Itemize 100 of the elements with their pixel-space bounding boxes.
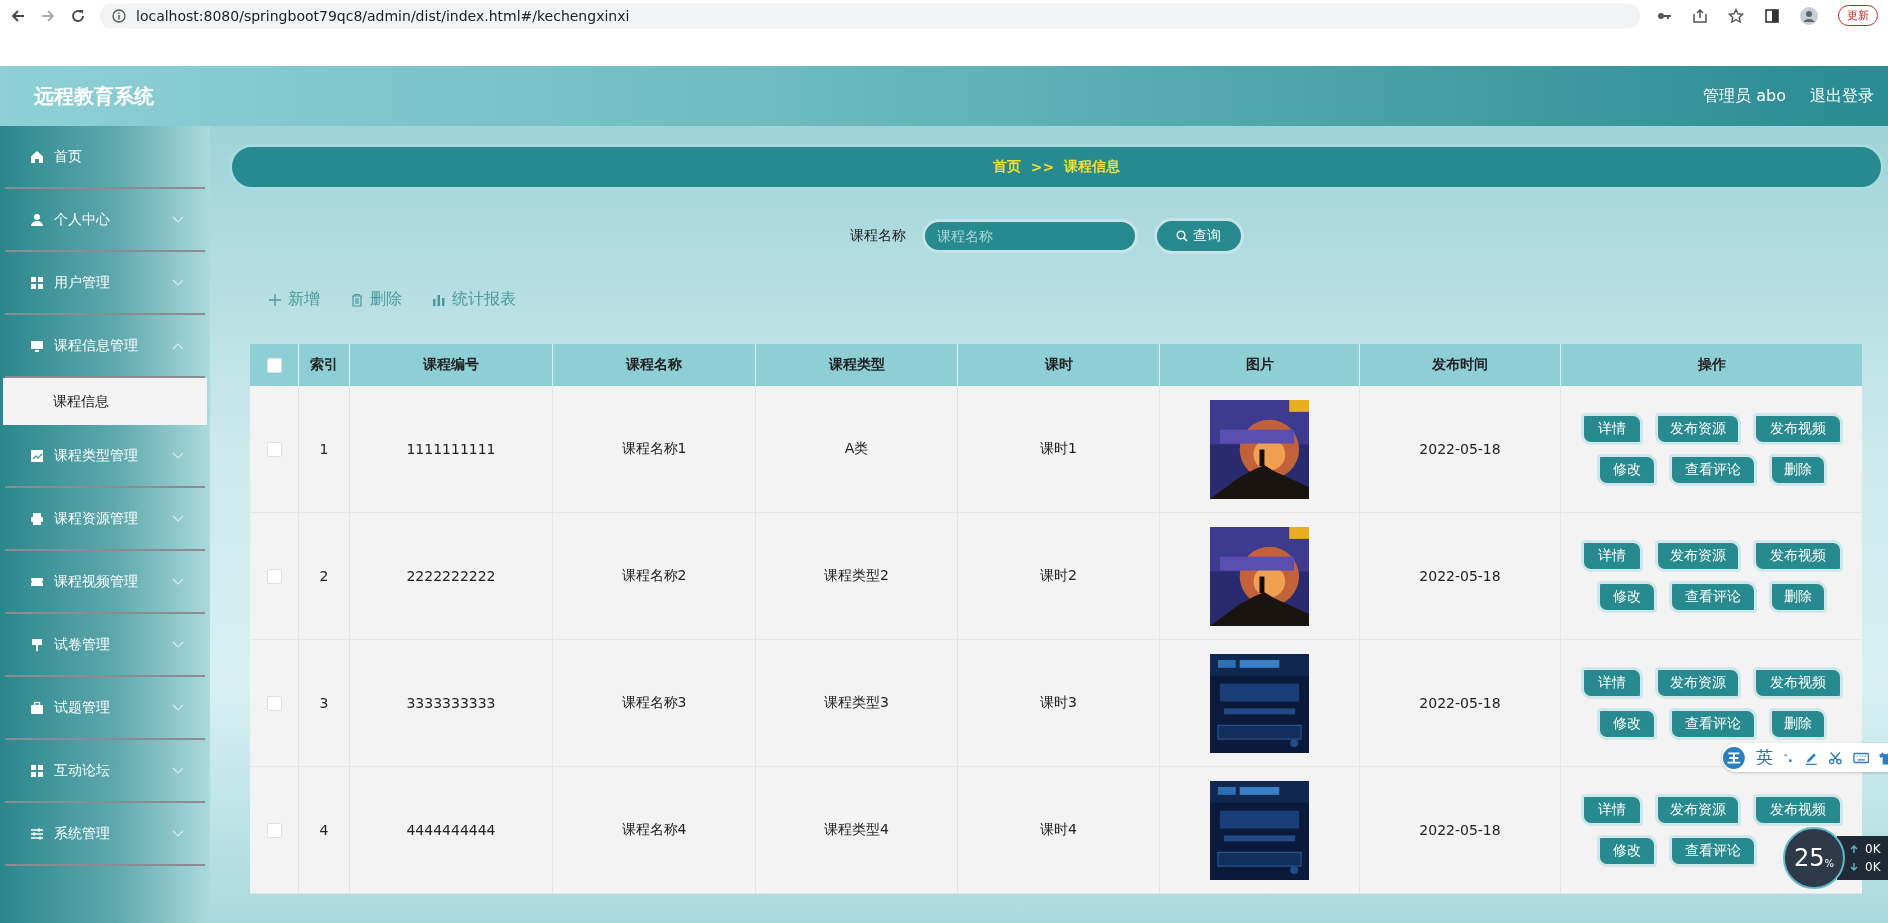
trash-icon bbox=[350, 292, 364, 307]
sidebar-item[interactable]: 试卷管理 bbox=[0, 614, 210, 675]
input-mode-toggle[interactable]: 英 bbox=[1755, 746, 1773, 769]
sidebar-item[interactable]: 试题管理 bbox=[0, 677, 210, 738]
action-button[interactable]: 修改 bbox=[1596, 707, 1657, 740]
sidebar-item[interactable]: 互动论坛 bbox=[0, 740, 210, 801]
checkbox[interactable] bbox=[266, 568, 282, 584]
table-cell: 课程类型4 bbox=[824, 821, 889, 839]
speed-value: 0K bbox=[1865, 860, 1881, 874]
sidebar-item[interactable]: 首页 bbox=[0, 126, 210, 187]
search-label: 课程名称 bbox=[849, 227, 906, 245]
table-cell: 3 bbox=[319, 695, 329, 711]
ime-logo-icon[interactable] bbox=[1722, 744, 1746, 771]
search-button[interactable]: 查询 bbox=[1153, 218, 1244, 254]
action-button[interactable]: 发布资源 bbox=[1654, 793, 1741, 826]
back-icon[interactable] bbox=[10, 7, 26, 24]
chart-icon bbox=[30, 448, 44, 463]
action-button[interactable]: 发布资源 bbox=[1654, 539, 1741, 572]
add-button[interactable]: 新增 bbox=[268, 289, 320, 310]
column-header: 课程名称 bbox=[626, 356, 682, 374]
plus-icon bbox=[268, 292, 282, 307]
keyboard-icon[interactable] bbox=[1852, 750, 1870, 765]
submenu-item[interactable]: 课程信息 bbox=[3, 378, 207, 425]
action-button[interactable]: 修改 bbox=[1596, 834, 1657, 867]
breadcrumb-item[interactable]: 课程信息 bbox=[1064, 158, 1121, 176]
table-cell: 课程名称2 bbox=[621, 567, 687, 585]
action-button[interactable]: 删除 bbox=[1768, 453, 1827, 486]
action-button[interactable]: 发布视频 bbox=[1752, 539, 1843, 572]
logout-link[interactable]: 退出登录 bbox=[1810, 85, 1874, 107]
table-cell: 课程名称1 bbox=[621, 440, 687, 458]
table-cell: 2222222222 bbox=[406, 568, 496, 584]
table-cell: 1111111111 bbox=[406, 441, 496, 457]
star-icon[interactable] bbox=[1728, 7, 1744, 24]
bar-chart-icon bbox=[432, 292, 446, 307]
sidebar-item[interactable]: 系统管理 bbox=[0, 803, 210, 864]
action-button[interactable]: 发布资源 bbox=[1654, 412, 1741, 445]
sidebar-item[interactable]: 课程类型管理 bbox=[0, 425, 210, 486]
chevron-icon bbox=[172, 215, 184, 224]
sidebar-icon[interactable] bbox=[1764, 7, 1780, 24]
action-button[interactable]: 修改 bbox=[1596, 453, 1657, 486]
chevron-icon bbox=[172, 278, 184, 287]
signpost-icon bbox=[30, 637, 44, 652]
table-cell: 课程名称3 bbox=[621, 694, 687, 712]
column-header: 图片 bbox=[1245, 356, 1274, 374]
table-cell: 4 bbox=[319, 822, 329, 838]
address-bar[interactable]: localhost:8080/springboot79qc8/admin/dist/index.html#/kechengxinxi bbox=[100, 2, 1640, 29]
checkbox[interactable] bbox=[266, 822, 282, 838]
action-button[interactable]: 详情 bbox=[1580, 793, 1643, 826]
sidebar-item[interactable]: 课程视频管理 bbox=[0, 551, 210, 612]
up-arrow-icon bbox=[1849, 844, 1859, 854]
action-button[interactable]: 修改 bbox=[1596, 580, 1657, 613]
table-cell: 2022-05-18 bbox=[1419, 568, 1501, 584]
action-button[interactable]: 查看评论 bbox=[1668, 453, 1757, 486]
action-button[interactable]: 详情 bbox=[1580, 412, 1643, 445]
action-button[interactable]: 删除 bbox=[1768, 580, 1827, 613]
chevron-icon bbox=[172, 577, 184, 586]
checkbox[interactable] bbox=[266, 695, 282, 711]
sidebar-item[interactable]: 课程资源管理 bbox=[0, 488, 210, 549]
action-button[interactable]: 删除 bbox=[1768, 707, 1827, 740]
table-cell: 2022-05-18 bbox=[1419, 441, 1501, 457]
action-button[interactable]: 发布视频 bbox=[1752, 666, 1843, 699]
action-button[interactable]: 发布资源 bbox=[1654, 666, 1741, 699]
update-button[interactable]: 更新 bbox=[1838, 5, 1878, 26]
action-button[interactable]: 发布视频 bbox=[1752, 412, 1843, 445]
app-title: 远程教育系统 bbox=[34, 82, 154, 110]
sidebar-item[interactable]: 用户管理 bbox=[0, 252, 210, 313]
share-icon[interactable] bbox=[1692, 7, 1708, 24]
action-button[interactable]: 查看评论 bbox=[1668, 834, 1757, 867]
sidebar-item[interactable]: 课程信息管理 bbox=[0, 315, 210, 376]
checkbox[interactable] bbox=[266, 441, 282, 457]
action-button[interactable]: 查看评论 bbox=[1668, 707, 1757, 740]
profile-icon[interactable] bbox=[1800, 6, 1818, 25]
report-button[interactable]: 统计报表 bbox=[432, 289, 516, 310]
sidebar-item[interactable]: 个人中心 bbox=[0, 189, 210, 250]
reload-icon[interactable] bbox=[70, 7, 86, 24]
table-cell: 2022-05-18 bbox=[1419, 695, 1501, 711]
search-icon bbox=[1176, 230, 1188, 242]
usage-percent: 25 bbox=[1793, 844, 1825, 872]
column-header: 发布时间 bbox=[1432, 356, 1488, 374]
action-button[interactable]: 详情 bbox=[1580, 539, 1643, 572]
down-arrow-icon bbox=[1849, 862, 1859, 872]
forward-icon[interactable] bbox=[40, 7, 56, 24]
chevron-icon bbox=[172, 451, 184, 460]
url-text: localhost:8080/springboot79qc8/admin/dist/index.html#/kechengxinxi bbox=[136, 7, 630, 24]
breadcrumb-item[interactable]: 首页 bbox=[992, 158, 1021, 176]
action-button[interactable]: 查看评论 bbox=[1668, 580, 1757, 613]
search-field[interactable]: 课程名称 bbox=[921, 219, 1138, 253]
table-cell: 课时2 bbox=[1040, 567, 1077, 585]
checkbox[interactable] bbox=[266, 357, 282, 373]
chevron-icon bbox=[172, 829, 184, 838]
column-header: 操作 bbox=[1697, 356, 1726, 374]
action-button[interactable]: 详情 bbox=[1580, 666, 1643, 699]
action-button[interactable]: 发布视频 bbox=[1752, 793, 1843, 826]
table-cell: 1 bbox=[319, 441, 329, 457]
scissors-icon[interactable] bbox=[1828, 749, 1843, 766]
table-cell: 课程类型3 bbox=[824, 694, 889, 712]
delete-button[interactable]: 删除 bbox=[350, 289, 402, 310]
speed-value: 0K bbox=[1865, 842, 1881, 856]
column-header: 课程编号 bbox=[423, 356, 479, 374]
printer-icon bbox=[30, 511, 44, 526]
